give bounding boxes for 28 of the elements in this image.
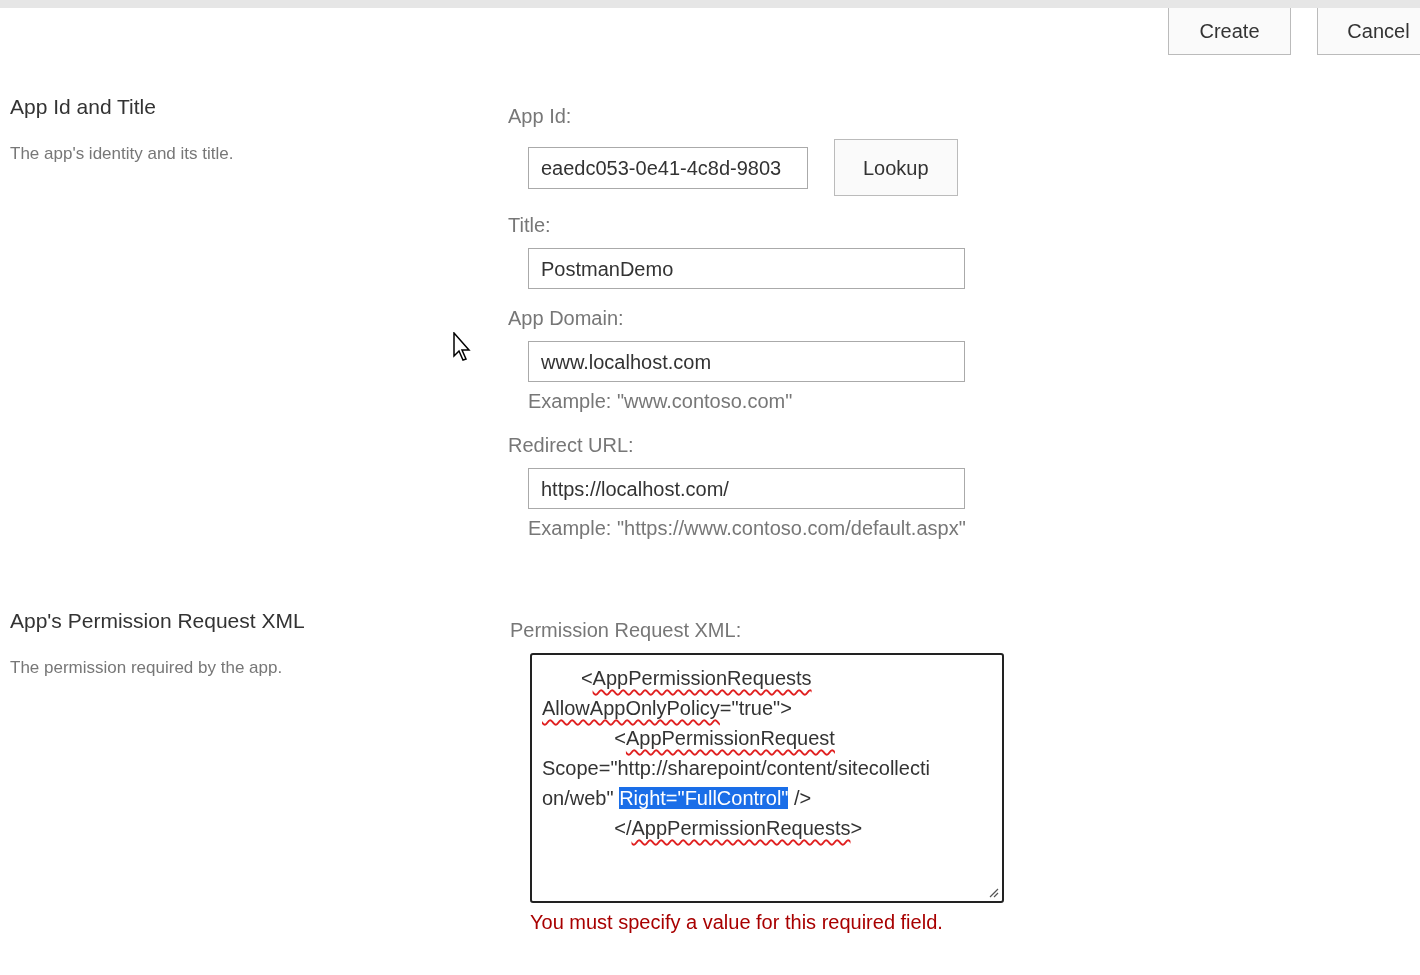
input-field[interactable]: PostmanDemo [528,248,965,289]
error-message: You must specify a value for this required field. [530,910,944,935]
input-field[interactable]: www.localhost.com [528,341,965,382]
input-field[interactable]: eaedc053-0e41-4c8d-9803 [528,146,808,189]
lookup-button[interactable]: Lookup [834,139,958,196]
section-description: The permission required by the app. [10,656,284,679]
code-line: <AppPermissionRequest [613,726,835,751]
xml-textarea[interactable]: <AppPermissionRequests AllowAppOnlyPolicy="true"> <AppPermissionRequest Scope="http://sharepoint/content/sitecollecti on/web" Right="FullControl" /> </AppPermissionRequests> [530,653,1004,903]
code-line: on/web" Right="FullControl" /> [542,786,812,811]
resize-grip-icon[interactable] [987,886,999,898]
field-label: App Id: [508,104,573,129]
input-field[interactable]: https://localhost.com/ [528,468,965,509]
toolbar-button[interactable]: Create [1168,8,1291,55]
section-description: The app's identity and its title. [10,142,235,165]
field-label: Title: [508,213,552,238]
code-line: </AppPermissionRequests> [613,816,863,841]
code-line: <AppPermissionRequests [579,666,812,691]
field-label: Redirect URL: [508,433,635,458]
section-title: App's Permission Request XML [10,608,306,634]
field-label: Permission Request XML: [510,618,743,643]
mouse-pointer-icon [453,332,473,362]
field-label: App Domain: [508,306,625,331]
section-title: App Id and Title [10,94,157,120]
hint-text: Example: "www.contoso.com" [528,389,794,414]
toolbar-button[interactable]: Cancel [1317,8,1420,55]
code-line: Scope="http://sharepoint/content/sitecollecti [542,756,930,781]
hint-text: Example: "https://www.contoso.com/default.aspx" [528,516,966,541]
code-line: AllowAppOnlyPolicy="true"> [542,696,792,721]
